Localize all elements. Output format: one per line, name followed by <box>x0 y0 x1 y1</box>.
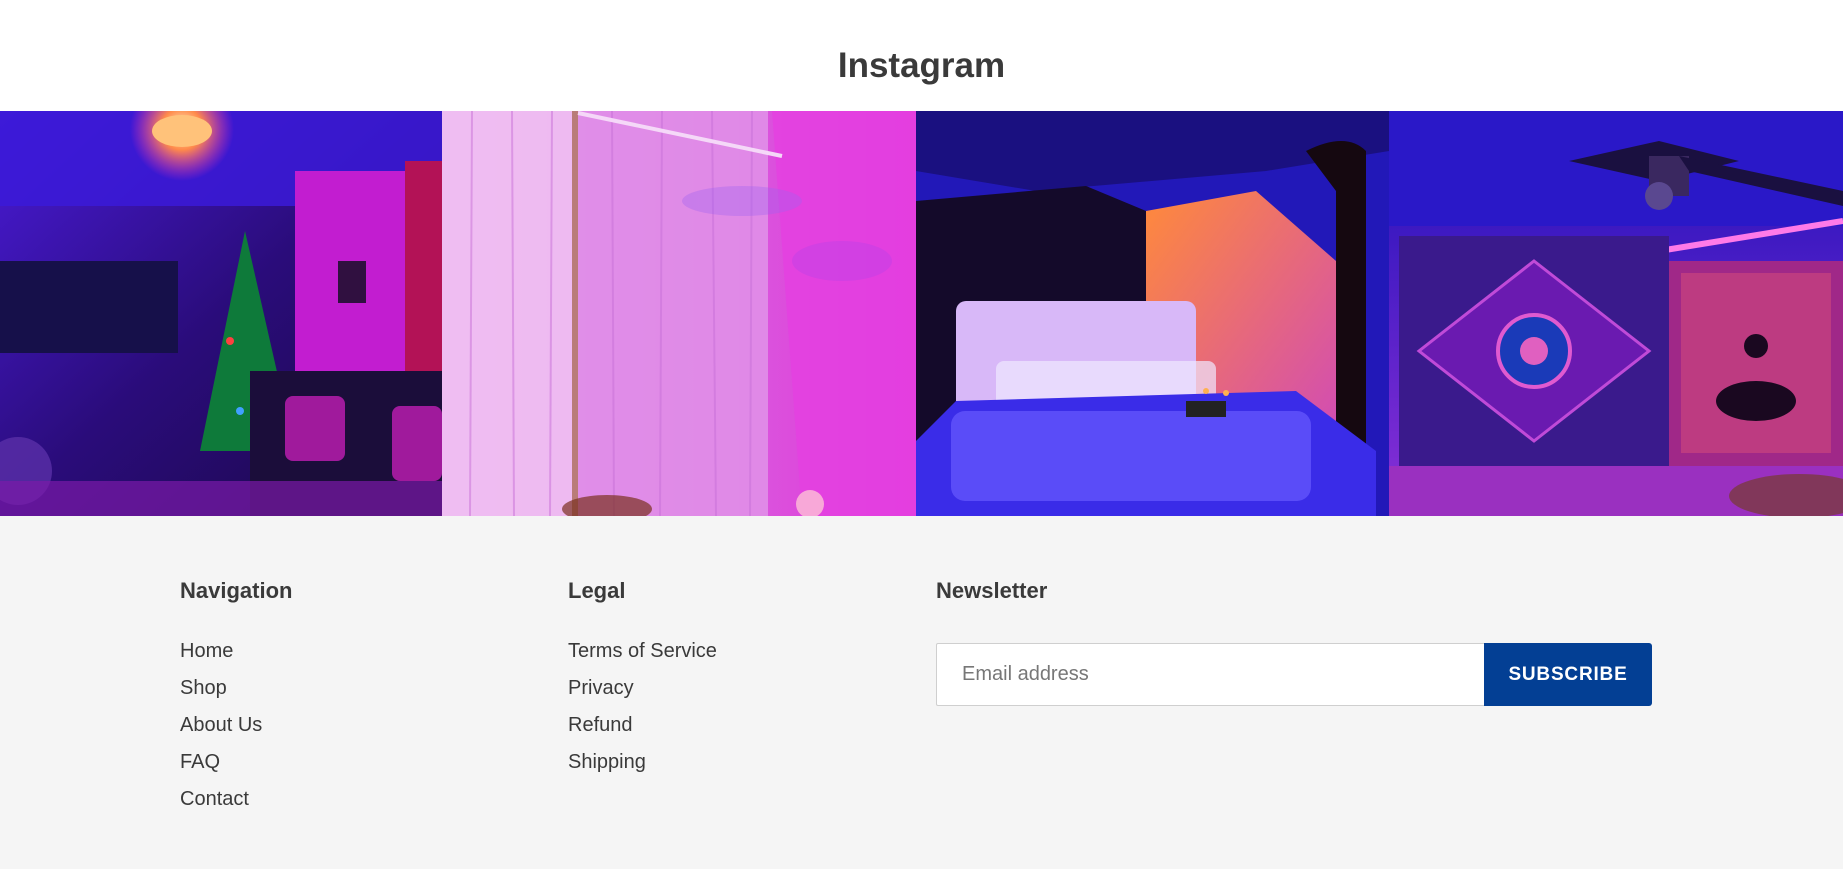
newsletter-form: SUBSCRIBE <box>936 643 1652 706</box>
list-item: About Us <box>180 712 262 749</box>
footer-link-terms-of-service[interactable]: Terms of Service <box>568 640 717 662</box>
footer-navigation-links: Home Shop About Us FAQ Contact <box>180 638 262 823</box>
list-item: Shop <box>180 675 262 712</box>
footer-link-about-us[interactable]: About Us <box>180 714 262 736</box>
list-item: Refund <box>568 712 717 749</box>
instagram-section: Instagram <box>0 0 1843 516</box>
footer-navigation-heading: Navigation <box>180 578 293 603</box>
footer-link-shipping[interactable]: Shipping <box>568 751 646 773</box>
footer-link-home[interactable]: Home <box>180 640 233 662</box>
footer-link-refund[interactable]: Refund <box>568 714 633 736</box>
list-item: Privacy <box>568 675 717 712</box>
instagram-photo-3[interactable] <box>916 111 1389 516</box>
list-item: FAQ <box>180 749 262 786</box>
list-item: Terms of Service <box>568 638 717 675</box>
instagram-gallery <box>0 111 1843 516</box>
email-field[interactable] <box>936 643 1484 706</box>
footer-link-faq[interactable]: FAQ <box>180 751 220 773</box>
photo-bedroom-galaxy-ceiling <box>916 111 1389 516</box>
instagram-title: Instagram <box>837 46 1006 85</box>
instagram-photo-1[interactable] <box>0 111 442 516</box>
list-item: Shipping <box>568 749 717 786</box>
photo-tapestry-wall <box>1389 111 1843 516</box>
photo-living-room-christmas-tree <box>0 111 442 516</box>
site-footer: Navigation Home Shop About Us FAQ Contac… <box>0 516 1843 869</box>
footer-link-privacy[interactable]: Privacy <box>568 677 634 699</box>
footer-legal-heading: Legal <box>568 578 626 603</box>
list-item: Contact <box>180 786 262 823</box>
footer-legal-links: Terms of Service Privacy Refund Shipping <box>568 638 717 786</box>
footer-link-shop[interactable]: Shop <box>180 677 227 699</box>
subscribe-button[interactable]: SUBSCRIBE <box>1484 643 1652 706</box>
list-item: Home <box>180 638 262 675</box>
instagram-photo-4[interactable] <box>1389 111 1843 516</box>
footer-link-contact[interactable]: Contact <box>180 788 249 810</box>
footer-newsletter-heading: Newsletter <box>936 578 1048 603</box>
photo-pink-curtains <box>442 111 916 516</box>
instagram-photo-2[interactable] <box>442 111 916 516</box>
